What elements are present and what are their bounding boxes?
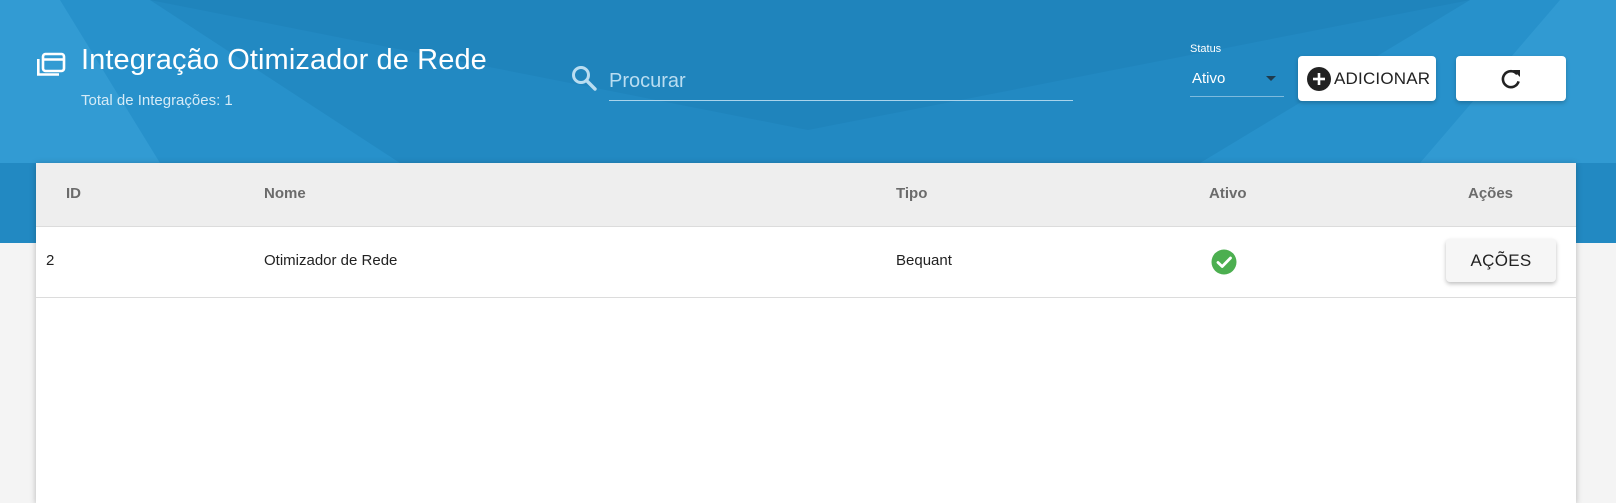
cell-tipo: Bequant [896, 252, 952, 269]
column-header-acoes: Ações [1468, 185, 1514, 202]
column-header-ativo[interactable]: Ativo [1209, 185, 1247, 202]
refresh-icon [1501, 69, 1520, 88]
search-icon [572, 66, 597, 91]
plus-circle-icon [1307, 66, 1331, 91]
cell-id: 2 [46, 252, 55, 269]
search-input[interactable] [609, 62, 1073, 101]
refresh-button[interactable] [1456, 56, 1566, 101]
table-row: 2 Otimizador de Rede Bequant AÇÕES [36, 227, 1576, 298]
list-window-icon [37, 52, 66, 76]
table-header: ID Nome Tipo Ativo Ações [36, 163, 1576, 227]
add-button[interactable]: ADICIONAR [1298, 56, 1436, 101]
check-circle-icon [1211, 249, 1237, 275]
add-button-label: ADICIONAR [1334, 68, 1431, 88]
status-select[interactable]: Ativo [1190, 62, 1284, 97]
actions-button[interactable]: AÇÕES [1446, 239, 1556, 282]
integrations-table: ID Nome Tipo Ativo Ações 2 Otimizador de… [36, 163, 1576, 503]
column-header-id[interactable]: ID [66, 185, 81, 202]
caret-down-icon [1266, 76, 1276, 81]
page-title: Integração Otimizador de Rede [81, 44, 487, 76]
status-label: Status [1190, 43, 1222, 55]
column-header-nome[interactable]: Nome [264, 185, 306, 202]
status-selected-value: Ativo [1192, 70, 1226, 87]
integration-count: Total de Integrações: 1 [81, 92, 233, 109]
cell-nome: Otimizador de Rede [264, 252, 398, 269]
column-header-tipo[interactable]: Tipo [896, 185, 927, 202]
